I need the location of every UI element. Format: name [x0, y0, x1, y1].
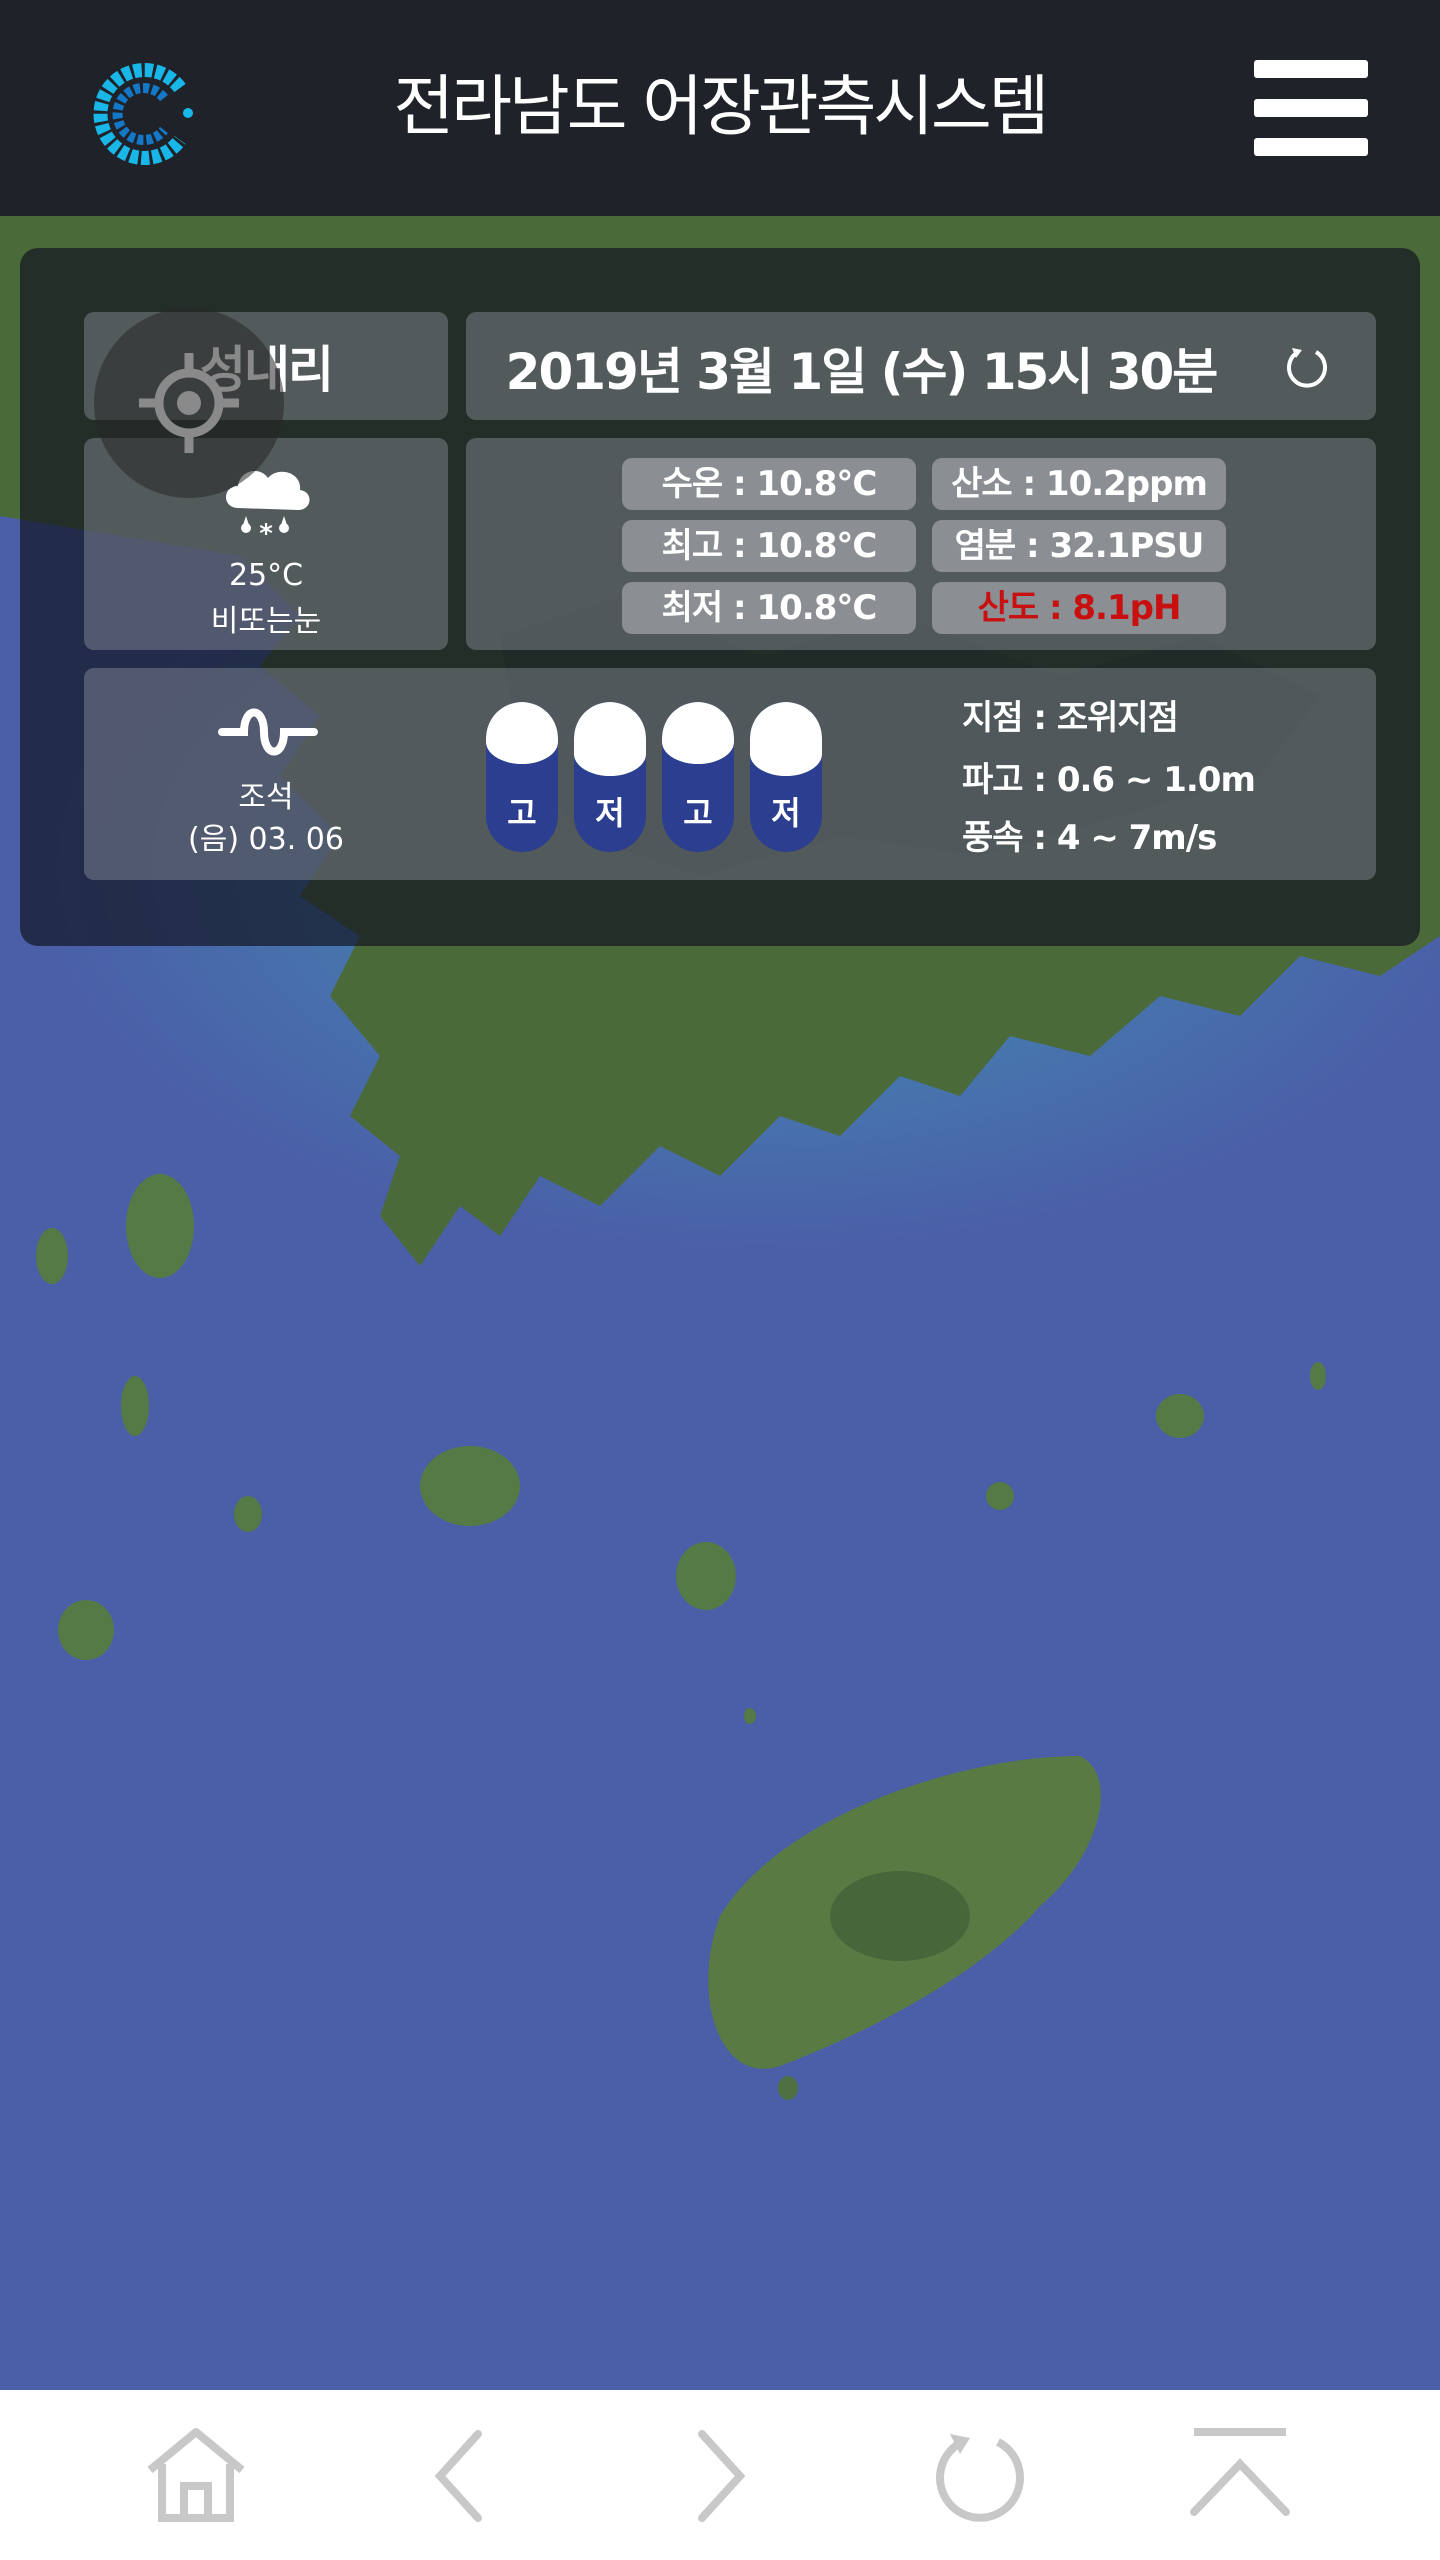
tide-phase-high: 고: [662, 702, 734, 852]
wind-speed: 풍속 : 4 ~ 7m/s: [962, 818, 1217, 858]
app-header: 전라남도 어장관측시스템: [0, 0, 1440, 216]
tide-phase-high: 고: [486, 702, 558, 852]
tide-label: 조석: [238, 780, 294, 815]
tide-card: 조석 (음) 03. 06 고 저 고 저 지점 : 조위지점 파고 : 0.6…: [84, 668, 1376, 880]
refresh-icon[interactable]: [1282, 342, 1332, 392]
metric-min-temp: 최저 : 10.8°C: [622, 582, 916, 634]
tide-wave-icon: [218, 708, 318, 756]
metric-oxygen: 산소 : 10.2ppm: [932, 458, 1226, 510]
svg-text:*: *: [259, 519, 273, 549]
datetime-label: 2019년 3월 1일 (수) 15시 30분: [505, 343, 1219, 401]
locate-crosshair-icon[interactable]: [94, 308, 284, 498]
hamburger-menu-icon[interactable]: [1254, 60, 1368, 156]
water-metrics-card: 수온 : 10.8°C 산소 : 10.2ppm 최고 : 10.8°C 염분 …: [466, 438, 1376, 650]
lunar-date: (음) 03. 06: [188, 822, 344, 857]
metric-water-temp: 수온 : 10.8°C: [622, 458, 916, 510]
wave-height: 파고 : 0.6 ~ 1.0m: [962, 760, 1256, 800]
datetime-card: 2019년 3월 1일 (수) 15시 30분: [466, 312, 1376, 420]
bottom-navigation: [0, 2390, 1440, 2560]
metric-ph: 산도 : 8.1pH: [932, 582, 1226, 634]
page-title: 전라남도 어장관측시스템: [393, 68, 1050, 145]
weather-description: 비또는눈: [210, 604, 322, 639]
reload-icon[interactable]: [920, 2420, 1040, 2530]
metric-max-temp: 최고 : 10.8°C: [622, 520, 916, 572]
tide-phase-low: 저: [574, 702, 646, 852]
weather-temperature: 25°C: [228, 558, 304, 593]
home-icon[interactable]: [136, 2420, 256, 2530]
metric-salinity: 염분 : 32.1PSU: [932, 520, 1226, 572]
station-info-panel: 성내리 2019년 3월 1일 (수) 15시 30분 * 25°C 비또는눈 …: [20, 248, 1420, 946]
tide-station: 지점 : 조위지점: [962, 698, 1179, 738]
forward-arrow-icon[interactable]: [660, 2420, 780, 2530]
tide-phase-low: 저: [750, 702, 822, 852]
back-arrow-icon[interactable]: [400, 2420, 520, 2530]
scroll-top-icon[interactable]: [1180, 2420, 1300, 2530]
